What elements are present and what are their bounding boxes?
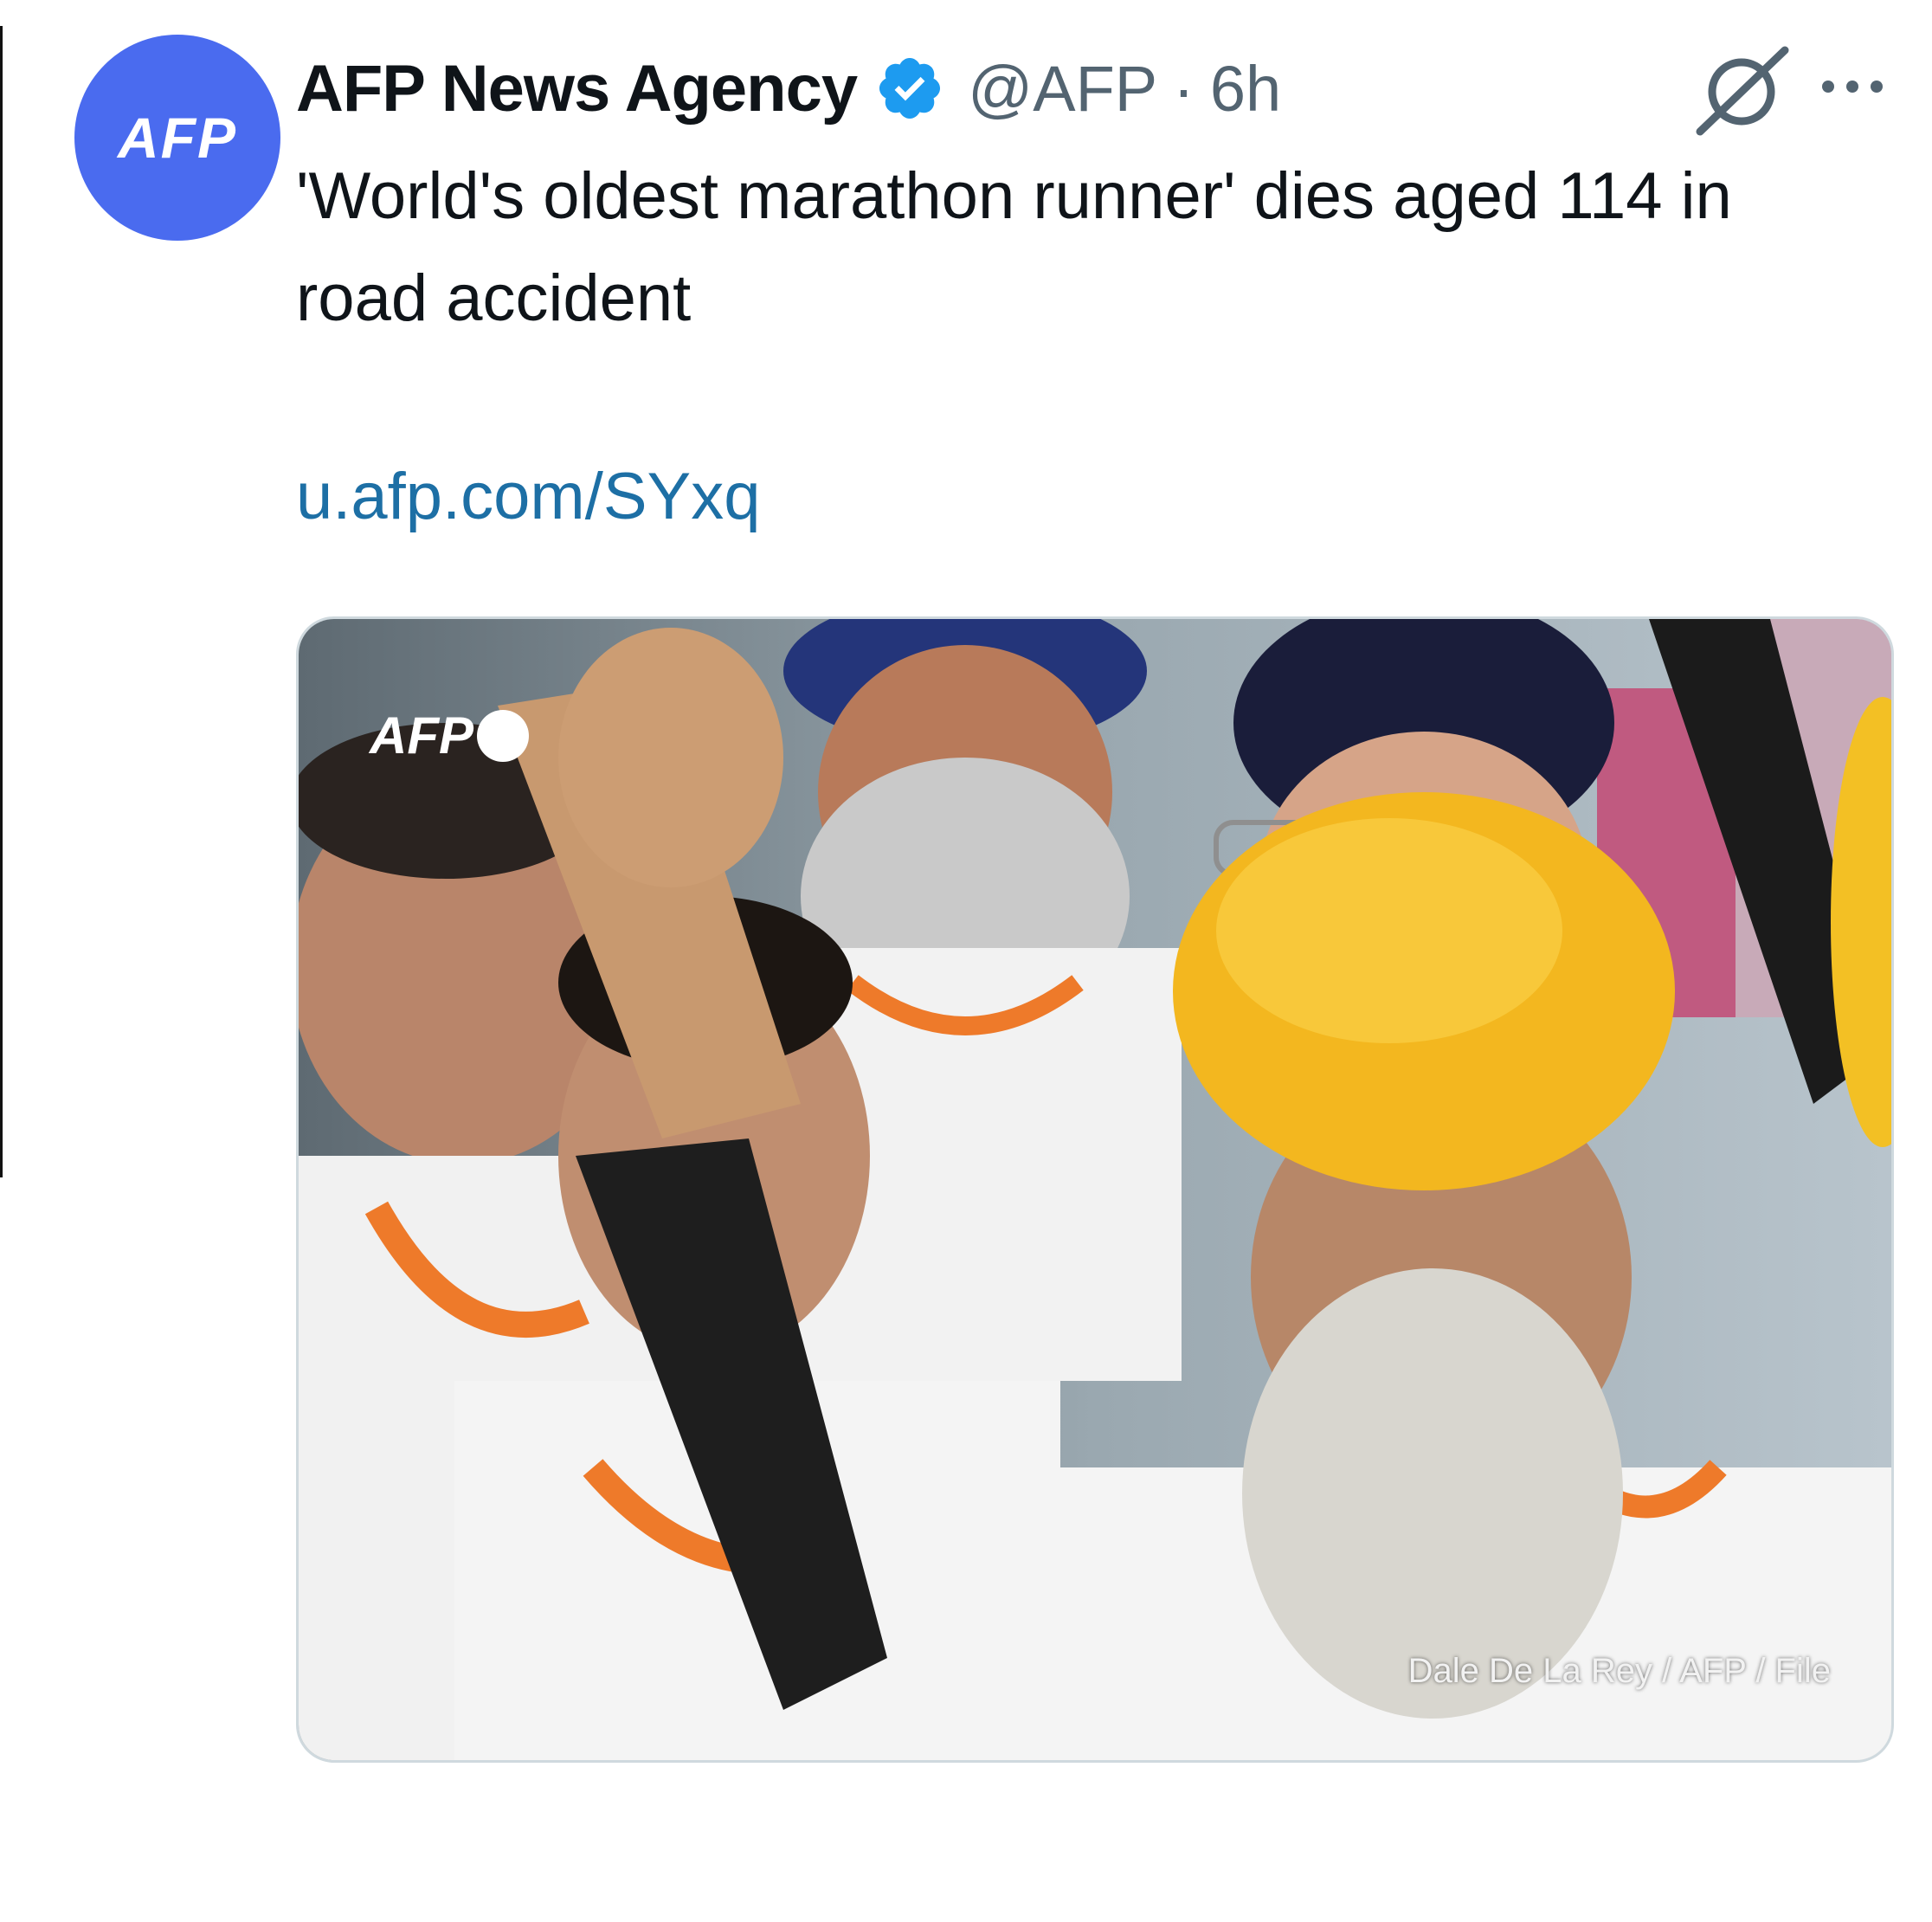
tweet-text: 'World's oldest marathon runner' dies ag…: [296, 159, 1732, 335]
avatar-logo-text: AFP: [118, 106, 237, 170]
photo-illustration: [299, 619, 1891, 1760]
photo-credit: Dale De La Rey / AFP / File: [1407, 1652, 1831, 1690]
display-name[interactable]: AFP News Agency: [296, 51, 858, 126]
media-watermark: AFP: [370, 706, 529, 765]
grok-icon[interactable]: [1688, 42, 1800, 139]
media-watermark-text: AFP: [370, 706, 473, 764]
watermark-dot-icon: [477, 709, 529, 762]
tweet-photo[interactable]: AFP Dale De La Rey / AFP / File: [296, 616, 1894, 1763]
tweet-header: AFP News Agency @AFP · 6h: [296, 45, 1281, 132]
verified-badge-icon[interactable]: [874, 53, 945, 124]
tweet-link[interactable]: u.afp.com/SYxq: [296, 459, 761, 534]
avatar[interactable]: AFP: [74, 35, 280, 241]
tweet[interactable]: AFP AFP News Agency @AFP · 6h 'World's o…: [0, 0, 1932, 1922]
separator-dot: ·: [1173, 52, 1195, 125]
handle[interactable]: @AFP: [968, 52, 1157, 126]
timestamp[interactable]: 6h: [1210, 52, 1281, 126]
more-horizontal-icon[interactable]: [1818, 76, 1887, 97]
